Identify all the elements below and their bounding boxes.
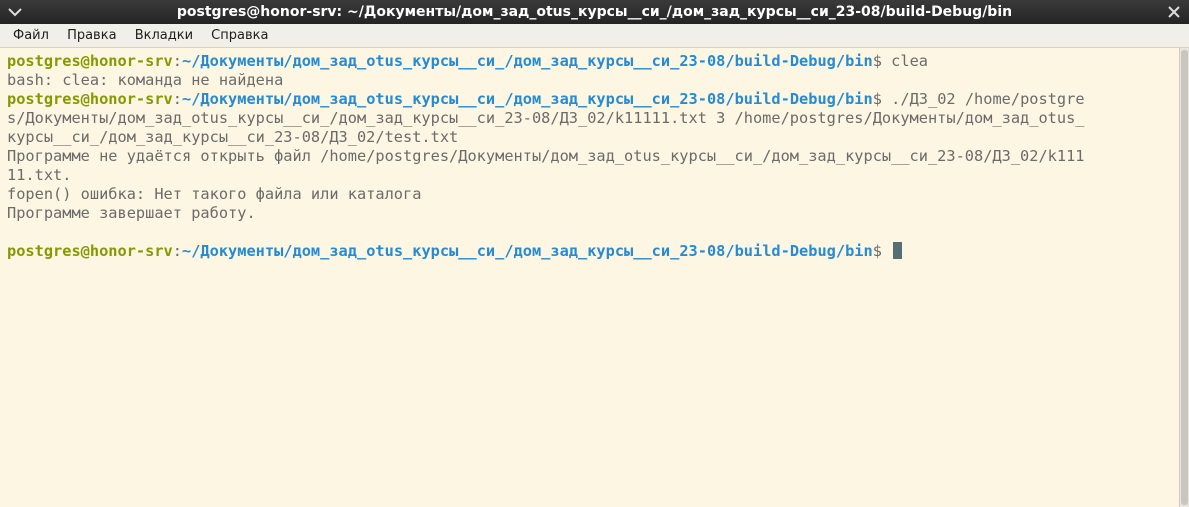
- command-text: clea: [881, 52, 928, 70]
- window-title: postgres@honor-srv: ~/Документы/дом_зад_…: [176, 4, 1013, 20]
- terminal-line: Программе не удаётся открыть файл /home/…: [7, 147, 1085, 165]
- menu-help[interactable]: Справка: [205, 24, 274, 48]
- menu-file[interactable]: Файл: [7, 24, 55, 48]
- prompt-user-host: postgres@honor-srv: [7, 90, 173, 108]
- terminal-line: s/Документы/дом_зад_otus_курсы__си_/дом_…: [7, 109, 1085, 127]
- prompt-path: ~/Документы/дом_зад_otus_курсы__си_/дом_…: [182, 52, 873, 70]
- close-icon[interactable]: [1165, 4, 1183, 20]
- prompt-symbol: $: [872, 52, 882, 70]
- menu-bar: Файл Правка Вкладки Справка: [0, 24, 1189, 48]
- prompt-path: ~/Документы/дом_зад_otus_курсы__си_/дом_…: [182, 90, 873, 108]
- prompt-user-host: postgres@honor-srv: [7, 242, 173, 260]
- terminal-output[interactable]: postgres@honor-srv:~/Документы/дом_зад_o…: [0, 48, 1179, 507]
- prompt-separator: :: [172, 242, 182, 260]
- command-text: ./ДЗ_02 /home/postgre: [881, 90, 1085, 108]
- scrollbar[interactable]: [1179, 48, 1189, 507]
- terminal-line-empty: [7, 223, 1179, 242]
- menu-edit[interactable]: Правка: [61, 24, 122, 48]
- terminal-line: курсы__си_/дом_зад_курсы__си_23-08/ДЗ_02…: [7, 128, 459, 146]
- prompt-symbol: $: [872, 90, 882, 108]
- scrollbar-thumb[interactable]: [1181, 50, 1188, 505]
- prompt-user-host: postgres@honor-srv: [7, 52, 173, 70]
- title-bar: postgres@honor-srv: ~/Документы/дом_зад_…: [0, 0, 1189, 24]
- prompt-separator: :: [172, 52, 182, 70]
- terminal-line: postgres@honor-srv:~/Документы/дом_зад_o…: [7, 52, 1179, 71]
- command-text: [882, 242, 891, 260]
- prompt-separator: :: [172, 90, 182, 108]
- terminal-line: postgres@honor-srv:~/Документы/дом_зад_o…: [7, 90, 1179, 109]
- terminal-line: 11.txt.: [7, 166, 72, 184]
- terminal-line: bash: clea: команда не найдена: [7, 71, 284, 89]
- text-cursor: [893, 242, 903, 259]
- prompt-path: ~/Документы/дом_зад_otus_курсы__си_/дом_…: [182, 242, 873, 260]
- terminal-line: fopen() ошибка: Нет такого файла или кат…: [7, 185, 422, 203]
- terminal-line: postgres@honor-srv:~/Документы/дом_зад_o…: [7, 242, 1179, 261]
- terminal-line: Программе завершает работу.: [7, 204, 256, 222]
- menu-tabs[interactable]: Вкладки: [129, 24, 199, 48]
- prompt-symbol: $: [872, 242, 882, 260]
